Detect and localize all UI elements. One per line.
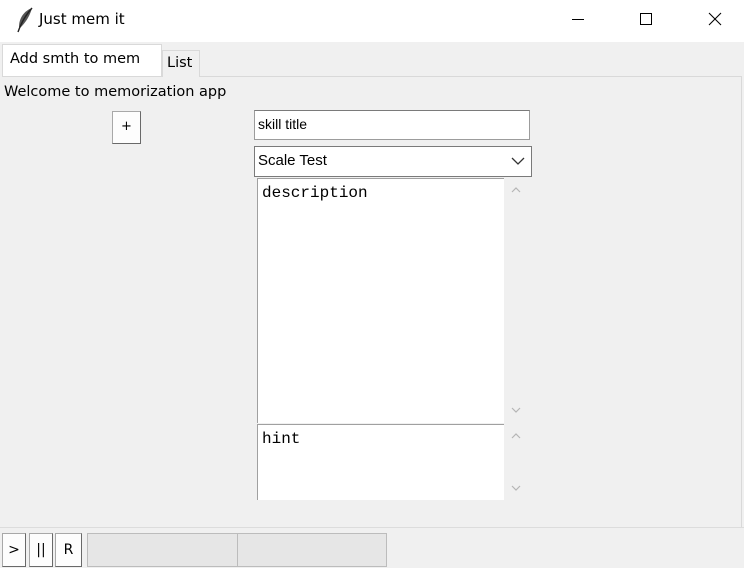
minimize-icon — [572, 19, 584, 20]
skill-title-input[interactable]: skill title — [254, 110, 530, 140]
pause-button[interactable]: || — [29, 533, 53, 567]
welcome-label: Welcome to memorization app — [4, 84, 227, 100]
type-select[interactable]: Scale Test — [254, 146, 532, 177]
chevron-up-icon[interactable] — [509, 184, 523, 196]
window-title: Just mem it — [39, 10, 125, 28]
tab-add-smth-to-mem[interactable]: Add smth to mem — [2, 44, 162, 76]
description-textarea[interactable]: description — [257, 178, 504, 423]
minimize-button[interactable] — [555, 0, 601, 38]
feather-icon — [17, 7, 33, 33]
title-bar: Just mem it — [0, 0, 744, 42]
maximize-button[interactable] — [623, 0, 669, 38]
chevron-up-icon[interactable] — [509, 430, 523, 442]
progress-bar — [87, 533, 387, 567]
chevron-down-icon[interactable] — [509, 482, 523, 494]
close-icon — [708, 12, 722, 26]
chevron-down-icon[interactable] — [509, 404, 523, 416]
progress-segment — [88, 534, 238, 566]
hint-textarea[interactable]: hint — [257, 424, 504, 500]
close-button[interactable] — [692, 0, 738, 38]
hint-scrollbar[interactable] — [504, 424, 528, 500]
play-button[interactable]: > — [2, 533, 26, 567]
maximize-icon — [640, 13, 652, 25]
reset-button[interactable]: R — [55, 533, 82, 567]
tab-list[interactable]: List — [162, 50, 200, 77]
chevron-down-icon[interactable] — [510, 154, 526, 168]
type-select-value: Scale Test — [258, 152, 327, 169]
description-scrollbar[interactable] — [504, 178, 528, 423]
add-button[interactable]: + — [112, 111, 141, 144]
